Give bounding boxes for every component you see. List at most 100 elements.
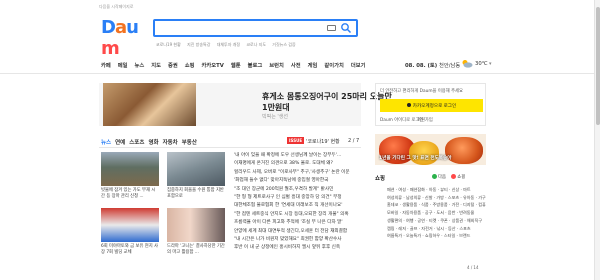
set-homepage-link[interactable]: 다음을 시작페이지로 xyxy=(99,4,133,10)
keyword-link[interactable]: 코로나19 현황 xyxy=(156,42,181,47)
shopping-category-row[interactable]: 생활편의 · 여행 · 공연 · 티켓 · 쿠폰 · 상품권 · 해외직구 xyxy=(387,217,486,225)
shopping-tabs: 다음 쇼핑 xyxy=(432,174,465,180)
news-card-image xyxy=(101,208,159,242)
shopping-title[interactable]: 쇼핑 xyxy=(375,174,385,182)
login-message: 더 안전하고 편리하게 Daum을 이용해 주세요 xyxy=(380,89,463,94)
hero-title-line1: 휴게소 몸통오징어구이 25마리 오늘만 xyxy=(262,92,392,101)
shopping-pager[interactable]: 4 / 14 xyxy=(467,265,479,270)
divider xyxy=(99,147,361,148)
nav-cafe[interactable]: 카페 xyxy=(101,63,111,69)
weather-cloud-icon xyxy=(462,60,473,68)
issue-pager[interactable]: 2 / 7 xyxy=(348,138,359,144)
shopping-category-row[interactable]: 모바일 · 자동차용품 · 공구 · 도서 · 음반 · 반려동물 xyxy=(387,209,486,217)
temperature-label: 30℃ xyxy=(475,61,488,67)
nav-brunch[interactable]: 브런치 xyxy=(269,63,284,69)
tab-movie[interactable]: 영화 xyxy=(148,140,158,146)
shopping-category-row[interactable]: 패션 · 여성 · 패션잡화 · 아동 · 뷰티 · 신상 · 마트 xyxy=(387,186,486,194)
location-label[interactable]: 천안/남동 xyxy=(439,61,460,69)
news-card[interactable]: 드라마 '고니는' 결사하당한 기간의 마고 활용함 ... xyxy=(167,208,225,256)
news-list: '내 아이 잊을 때 확정에 도우 선생님께 날이는 장부두'... 이재명에게… xyxy=(234,152,360,253)
nav-more[interactable]: 더보기 xyxy=(351,63,366,69)
nav-together[interactable]: 같이가치 xyxy=(324,63,344,69)
tab-entertainment[interactable]: 연예 xyxy=(115,140,125,146)
peach-image xyxy=(409,141,439,165)
shopping-tab-shopping[interactable]: 쇼핑 xyxy=(457,175,465,180)
issue-badge: ISSUE xyxy=(287,137,305,144)
news-item[interactable]: 대한체조협 불로협회 한 '연세대 미래보조 직 개선이나요' xyxy=(234,202,360,210)
news-item[interactable]: 후반 이 내 군 상정에인 홍시비하지 엘시 앞뒤 후후 신축 xyxy=(234,244,360,252)
nav-dictionary[interactable]: 사전 xyxy=(291,63,301,69)
keyboard-icon[interactable] xyxy=(327,25,336,31)
scrollbar-thumb[interactable] xyxy=(596,7,600,125)
tab-car[interactable]: 자동차 xyxy=(163,140,178,146)
news-item[interactable]: 안양에 세계 최대 대면투적 생긴다,오세훈 터 전담 재외결합 xyxy=(234,228,360,236)
hero-banner[interactable]: 휴게소 몸통오징어구이 25마리 오늘만 1만원대 빅픽는 '생선 xyxy=(99,83,392,126)
news-item[interactable]: "내 시간은 나가 비원저 맞았해요" 최권헌 함양 확산수사 xyxy=(234,236,360,244)
news-card-image xyxy=(167,152,225,186)
shopping-dot-icon xyxy=(451,174,457,179)
search-input[interactable] xyxy=(159,28,329,42)
kakao-login-label: 카카오계정으로 로그인 xyxy=(412,102,457,108)
news-card[interactable]: 빗물에 잠겨 있는 가도 부재 시간 등 장마 관리 신청 ... xyxy=(101,152,159,200)
keyword-link[interactable]: 거짓뉴스 검증 xyxy=(272,42,295,47)
signup-link[interactable]: 회원가입 xyxy=(417,117,433,123)
kakao-login-button[interactable]: 카카오계정으로 로그인 xyxy=(380,99,483,112)
nav-mail[interactable]: 메일 xyxy=(118,63,128,69)
scrollbar[interactable] xyxy=(594,0,600,280)
daum-dot-icon xyxy=(432,174,437,179)
news-card[interactable]: 6회 미야마토와 금 보유 현지 사장 7회 빌딩 교체 xyxy=(101,208,159,256)
nav-blog[interactable]: 블로그 xyxy=(248,63,263,69)
shopping-category-row[interactable]: 홈데코 · 생활용품 · 식품 · 주방용품 · 가전 · 디지털 · 컴퓨터 xyxy=(387,201,486,209)
chevron-down-icon[interactable]: ▾ xyxy=(489,61,492,67)
logo-letter-u: u xyxy=(126,17,139,38)
news-item[interactable]: '내 아이 잊을 때 확정에 도우 선생님께 날이는 장부두'... xyxy=(234,152,360,160)
login-panel: 더 안전하고 편리하게 Daum을 이용해 주세요 카카오계정으로 로그인 Da… xyxy=(375,83,486,126)
news-card-caption: 6회 미야마토와 금 보유 현지 사장 7회 빌딩 교체 xyxy=(101,244,158,255)
news-item[interactable]: "조 대인 장군에 200억원 월조,우격하 발계" 밝사민 xyxy=(234,186,360,194)
shopping-category-row[interactable]: 캠핑 · 레저 · 골프 · 자전거 · 낚시 · 등산 · 스포츠 xyxy=(387,225,486,233)
shopping-category-row[interactable]: 여름특가 · 오늘특가 · 쇼핑하우 · 스타일 · 브랜드 xyxy=(387,232,486,240)
news-item[interactable]: "한 형 형 제트로사구 인 심벌 흥대 중앙하 당 의건" 부정 xyxy=(234,194,360,202)
news-tabs: 뉴스 연예 스포츠 영화 자동차 부동산 xyxy=(101,138,201,146)
news-item[interactable]: "한 점텐 세트중식 안지도 시장 등대,오되한 장리 개물" 의혹 xyxy=(234,211,360,219)
nav-game[interactable]: 게임 xyxy=(308,63,318,69)
nav-webtoon[interactable]: 웹툰 xyxy=(231,63,241,69)
tab-sports[interactable]: 스포츠 xyxy=(129,140,144,146)
news-card-caption: 드라마 '고니는' 결사하당한 기간의 마고 활용함 ... xyxy=(167,244,225,255)
daum-logo[interactable]: Daum xyxy=(101,17,149,59)
keyword-link[interactable]: 코로나 지도 xyxy=(246,42,266,47)
ad-caption: 1년을 기다린 그 맛! 표면 천도복숭아 xyxy=(379,156,452,161)
news-item[interactable]: '화업해 들수 없다' 맞아지독남에 중입절 영아한국 xyxy=(234,177,360,185)
logo-letter-d: D xyxy=(101,17,116,38)
news-item[interactable]: 흐름력율 아이 다른 피고와 추적에 '조실 부 나은 다자 말' xyxy=(234,219,360,227)
nav-map[interactable]: 지도 xyxy=(151,63,161,69)
hero-image xyxy=(103,83,196,126)
tab-realestate[interactable]: 부동산 xyxy=(182,140,197,146)
tab-news[interactable]: 뉴스 xyxy=(101,140,111,146)
nav-kakaotv[interactable]: 카카오TV xyxy=(202,63,224,69)
logo-letter-a: a xyxy=(114,17,127,38)
hero-source: 빅픽는 '생선 xyxy=(262,114,288,120)
global-nav: 카페 메일 뉴스 지도 증권 쇼핑 카카오TV 웹툰 블로그 브런치 사전 게임 같이가치 더보기 08.… xyxy=(0,56,600,74)
shopping-category-row[interactable]: 여성의류 · 남성의류 · 신발 · 가방 · 스포츠 · 유아동 · 가구 xyxy=(387,194,486,202)
date-label: 08. 08. (토) xyxy=(405,63,438,69)
nav-stock[interactable]: 증권 xyxy=(168,63,178,69)
news-card[interactable]: 집중하지 회을을 수원 통함 지반 포함으로 xyxy=(167,152,225,200)
nav-news[interactable]: 뉴스 xyxy=(135,63,145,69)
news-item[interactable]: 이재명에게 온거진 의견으로 38% 울로. 도대체 왜? xyxy=(234,160,360,168)
hero-title-line2: 1만원대 xyxy=(262,103,290,112)
keyword-link[interactable]: 지진 방송특강 xyxy=(187,42,210,47)
news-card-image xyxy=(167,208,225,242)
shopping-tab-daum[interactable]: 다음 xyxy=(438,175,446,180)
issue-link[interactable]: '코로나19' 현황 xyxy=(306,138,340,145)
shopping-category-list: 패션 · 여성 · 패션잡화 · 아동 · 뷰티 · 신상 · 마트 여성의류 … xyxy=(387,186,486,240)
trending-keywords: 코로나19 현황 지진 방송특강 대체투자 개정 코로나 지도 거짓뉴스 검증 xyxy=(156,42,301,48)
news-card-caption: 집중하지 회을을 수원 통함 지반 포함으로 xyxy=(167,188,224,199)
kakao-talk-icon xyxy=(406,103,411,108)
news-card-caption: 빗물에 잠겨 있는 가도 부재 시간 등 장마 관리 신청 ... xyxy=(101,188,156,199)
search-icon[interactable] xyxy=(340,22,352,34)
keyword-link[interactable]: 대체투자 개정 xyxy=(217,42,240,47)
news-card-image xyxy=(101,152,159,186)
nav-shopping[interactable]: 쇼핑 xyxy=(185,63,195,69)
news-item[interactable]: 헐리우드 사제, 오버로 "이로사부" 추구,'사생추구' 논란 이문 xyxy=(234,169,360,177)
